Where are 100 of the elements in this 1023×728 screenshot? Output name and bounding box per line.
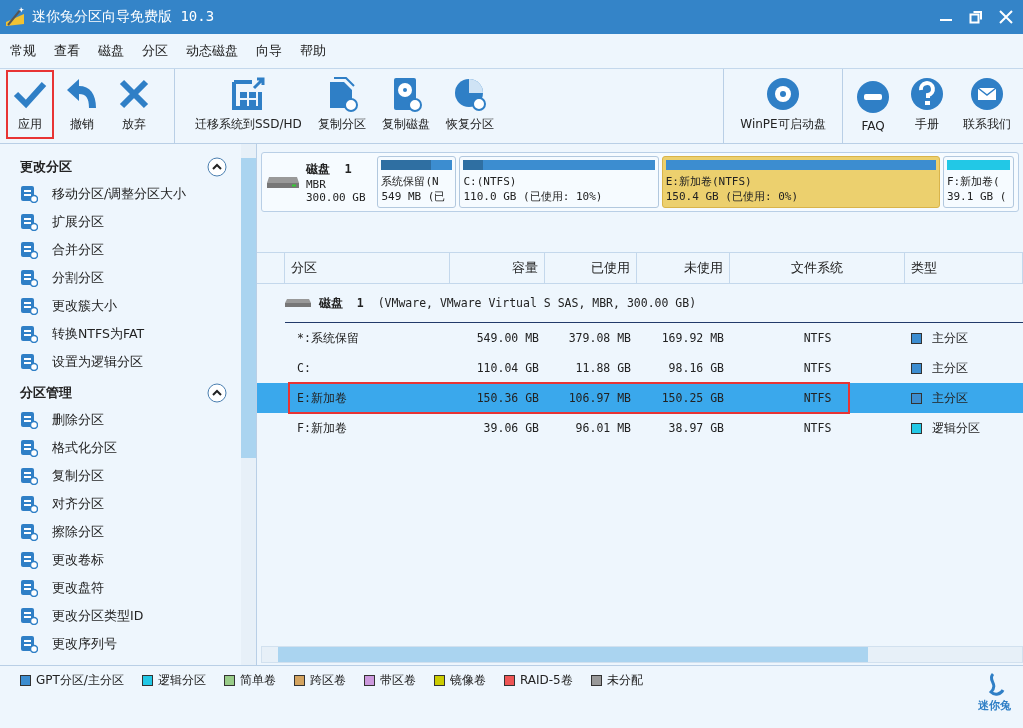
tool-icon — [20, 579, 38, 597]
tool-icon — [20, 495, 38, 513]
toolbar-button[interactable]: FAQ — [849, 73, 897, 139]
brand-name: 迷你兔 — [978, 698, 1011, 713]
sidebar-item[interactable]: 移动分区/调整分区大小 — [20, 180, 227, 208]
partition-scheme: MBR — [306, 177, 327, 191]
table-cell-text: 98.16 GB — [667, 361, 725, 375]
tool-icon — [20, 213, 38, 231]
table-cell-text: 150.25 GB — [660, 391, 725, 405]
legend-label: 简单卷 — [239, 672, 276, 689]
partition-row[interactable]: *:系统保留 549.00 MB 379.08 MB 169.92 MB NTFS 主分区 — [257, 323, 1023, 353]
toolbar-button[interactable]: 手册 — [903, 70, 951, 139]
sidebar-item[interactable]: 更改序列号 — [20, 630, 227, 658]
menu-item[interactable]: 向导 — [250, 42, 294, 60]
table-cell: 主分区 — [932, 330, 968, 346]
menu-item[interactable]: 常规 — [4, 42, 48, 60]
partition-block[interactable]: 系统保留(N 549 MB (已 — [377, 156, 457, 208]
partition-row[interactable]: C: 110.04 GB 11.88 GB 98.16 GB NTFS 主分区 — [257, 353, 1023, 383]
table-cell-text: 549.00 MB — [475, 331, 540, 345]
tool-icon — [20, 185, 38, 203]
mail-icon — [969, 76, 1005, 112]
column-header[interactable]: 已使用 — [545, 253, 637, 283]
table-cell-text: 106.97 MB — [567, 391, 632, 405]
sidebar-item[interactable]: 复制分区 — [20, 462, 227, 490]
menu-item[interactable]: 磁盘 — [92, 42, 136, 60]
sidebar-item[interactable]: 设置为逻辑分区 — [20, 348, 227, 376]
toolbar-button[interactable]: 放弃 — [110, 70, 158, 139]
sidebar-item[interactable]: 更改卷标 — [20, 546, 227, 574]
disk-size: 300.00 GB — [306, 190, 366, 204]
sidebar-item[interactable]: 格式化分区 — [20, 434, 227, 462]
disk-name: 磁盘 1 — [306, 160, 353, 178]
sidebar-item[interactable]: 合并分区 — [20, 236, 227, 264]
toolbar-button[interactable]: 撤销 — [58, 70, 106, 139]
table-cell-text: 150.36 GB — [475, 391, 540, 405]
tool-icon — [20, 523, 38, 541]
partition-row[interactable]: F:新加卷 39.06 GB 96.01 MB 38.97 GB NTFS 逻辑分区 — [257, 413, 1023, 443]
toolbar-button[interactable]: 复制磁盘 — [375, 70, 436, 139]
scrollbar[interactable] — [241, 144, 256, 665]
section-title: 更改分区 — [20, 158, 72, 176]
table-cell: 主分区 — [932, 360, 968, 376]
table-cell-text: NTFS — [802, 421, 833, 435]
table-cell-text: 11.88 GB — [574, 361, 632, 375]
window-title: 迷你兔分区向导免费版 10.3 — [32, 8, 215, 26]
sidebar-item[interactable]: 分割分区 — [20, 264, 227, 292]
partition-block[interactable]: E:新加卷(NTFS) 150.4 GB (已使用: 0%) — [661, 156, 940, 208]
toolbar-button[interactable]: WinPE可启动盘 — [734, 70, 832, 139]
legend-label: GPT分区/主分区 — [36, 672, 124, 689]
menu-item[interactable]: 分区 — [136, 42, 180, 60]
table-cell-text: 38.97 GB — [667, 421, 725, 435]
legend-label: 带区卷 — [379, 672, 416, 689]
tool-icon — [20, 467, 38, 485]
table-cell-text: E:新加卷 — [296, 390, 348, 406]
sidebar-item[interactable]: 删除分区 — [20, 406, 227, 434]
close-icon[interactable] — [999, 10, 1013, 24]
collapse-icon[interactable] — [207, 383, 227, 403]
table-cell: 逻辑分区 — [932, 420, 980, 436]
scrollbar[interactable] — [261, 646, 1023, 663]
section-title: 分区管理 — [20, 384, 72, 402]
table-cell-text: 96.01 MB — [574, 421, 632, 435]
sidebar-item[interactable]: 扩展分区 — [20, 208, 227, 236]
partition-block[interactable]: F:新加卷( 39.1 GB ( — [942, 156, 1014, 208]
sidebar-item[interactable]: 更改分区类型ID — [20, 602, 227, 630]
tool-icon — [20, 241, 38, 259]
toolbar-button[interactable]: 应用 — [6, 70, 54, 139]
toolbar-button[interactable]: 联系我们 — [957, 70, 1017, 139]
sidebar-item[interactable]: 擦除分区 — [20, 518, 227, 546]
hard-drive-icon — [266, 175, 300, 189]
sidebar-item[interactable]: 更改盘符 — [20, 574, 227, 602]
menu-item[interactable]: 帮助 — [294, 42, 338, 60]
table-cell-text: NTFS — [802, 361, 833, 375]
partition-row[interactable]: E:新加卷 150.36 GB 106.97 MB 150.25 GB NTFS 主分区 — [257, 383, 1023, 413]
restore-icon[interactable] — [969, 10, 983, 24]
toolbar-button[interactable]: 复制分区 — [311, 70, 372, 139]
column-header[interactable]: 未使用 — [637, 253, 730, 283]
partition-block[interactable]: C:(NTFS) 110.0 GB (已使用: 10%) — [459, 156, 659, 208]
sidebar-item[interactable]: 对齐分区 — [20, 490, 227, 518]
column-header[interactable]: 分区 — [285, 253, 450, 283]
menu-item[interactable]: 动态磁盘 — [180, 42, 250, 60]
column-header[interactable]: 容量 — [450, 253, 545, 283]
table-cell-text: *:系统保留 — [296, 330, 360, 346]
tool-icon — [20, 607, 38, 625]
table-cell-text: 169.92 MB — [660, 331, 725, 345]
toolbar-button[interactable]: 迁移系统到SSD/HD — [189, 70, 308, 139]
menu-item[interactable]: 查看 — [48, 42, 92, 60]
legend-label: 镜像卷 — [449, 672, 486, 689]
wand-logo-icon — [4, 6, 26, 28]
toolbar-button[interactable]: 恢复分区 — [439, 70, 500, 139]
collapse-icon[interactable] — [207, 157, 227, 177]
legend-label: 跨区卷 — [309, 672, 346, 689]
legend-label: RAID-5卷 — [519, 672, 573, 689]
tool-icon — [20, 439, 38, 457]
sidebar-item[interactable]: 转换NTFS为FAT — [20, 320, 227, 348]
tool-icon — [20, 551, 38, 569]
disk-row-label: 磁盘 1 (VMware, VMware Virtual S SAS, MBR, 300.00 GB) — [319, 295, 697, 311]
column-header[interactable]: 类型 — [905, 253, 1023, 283]
tool-icon — [20, 297, 38, 315]
column-header[interactable]: 文件系统 — [730, 253, 905, 283]
table-cell: 主分区 — [932, 390, 968, 406]
windows-arrow-icon — [230, 76, 267, 112]
sidebar-item[interactable]: 更改簇大小 — [20, 292, 227, 320]
